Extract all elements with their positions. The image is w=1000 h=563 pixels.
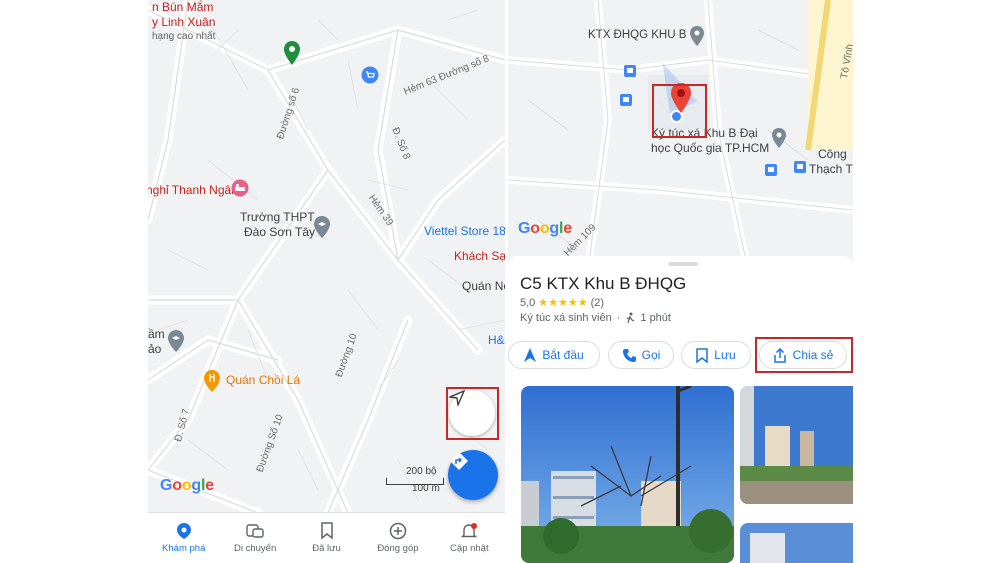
- map-label-hang-cao-nhat: hạng cao nhất: [152, 31, 216, 42]
- green-pin-icon[interactable]: [283, 40, 301, 66]
- gray-pin-icon-2[interactable]: [771, 127, 787, 149]
- place-details-sheet: C5 KTX Khu B ĐHQG 5,0 ★★★★★ (2) Ký túc x…: [508, 256, 853, 563]
- save-button[interactable]: Lưu: [681, 341, 751, 369]
- left-phone-screen: n Bún Mắm y Linh Xuân hạng cao nhất Hẻm …: [148, 0, 505, 563]
- bus-stop-icon-3[interactable]: [765, 164, 777, 176]
- highlight-location-button: [446, 387, 499, 440]
- nav-explore-label: Khám phá: [162, 543, 206, 554]
- place-photo-2[interactable]: [740, 386, 853, 504]
- nav-commute[interactable]: Di chuyển: [219, 513, 290, 563]
- map-label-viettel-store[interactable]: Viettel Store 184: [424, 224, 505, 238]
- highlight-share-button: [755, 337, 853, 373]
- hotel-icon[interactable]: [231, 179, 249, 197]
- nav-saved[interactable]: Đã lưu: [291, 513, 362, 563]
- sheet-drag-handle[interactable]: [668, 262, 698, 266]
- bookmark-icon: [696, 347, 709, 363]
- nav-contribute-label: Đóng góp: [377, 543, 419, 554]
- nav-updates-label: Cập nhật: [450, 543, 489, 554]
- bell-icon: [461, 523, 478, 538]
- directions-button[interactable]: [448, 450, 498, 500]
- commute-icon: [246, 524, 264, 538]
- map-label-quan-choi-la[interactable]: Quán Chồi Lá: [226, 373, 300, 387]
- directions-icon: [450, 452, 468, 470]
- start-button[interactable]: Bắt đầu: [508, 341, 600, 369]
- nav-explore[interactable]: Khám phá: [148, 513, 219, 563]
- separator: ·: [616, 312, 621, 324]
- map-label-truong-thpt[interactable]: Trường THPT: [240, 210, 315, 224]
- map-label-khach-san[interactable]: Khách Sạn: [454, 249, 505, 263]
- map-label-hl[interactable]: H&L: [488, 333, 505, 347]
- google-logo-right: Google: [518, 220, 572, 237]
- save-label: Lưu: [714, 348, 736, 362]
- school-pin-icon[interactable]: [313, 215, 331, 239]
- school-pin-icon-2[interactable]: [167, 329, 185, 353]
- navigation-arrow-icon: [524, 348, 537, 362]
- gray-pin-icon[interactable]: [689, 25, 705, 47]
- place-type: Ký túc xá sinh viên: [520, 312, 612, 324]
- place-photo-main-image: [521, 386, 734, 563]
- left-margin: [0, 0, 148, 563]
- right-phone-screen: KTX ĐHQG KHU B Ký túc xá Khu B Đại học Q…: [508, 0, 853, 563]
- bookmark-icon: [320, 522, 333, 540]
- nav-contribute[interactable]: Đóng góp: [362, 513, 433, 563]
- place-type-row: Ký túc xá sinh viên · 1 phút: [520, 312, 671, 324]
- scale-meters: 100 m: [412, 483, 440, 494]
- rating-value: 5,0: [520, 296, 536, 309]
- call-button[interactable]: Gọi: [608, 341, 674, 369]
- map-label-dao-son-tay[interactable]: Đào Sơn Tây: [244, 225, 315, 239]
- place-photo-3-image: [740, 523, 853, 563]
- walk-time: 1 phút: [640, 312, 671, 324]
- restaurant-pin-icon[interactable]: [203, 369, 221, 393]
- call-label: Gọi: [641, 348, 661, 362]
- map-label-am: ầm: [148, 327, 165, 341]
- place-title: C5 KTX Khu B ĐHQG: [520, 274, 687, 293]
- map-label-ktx-khu-b[interactable]: KTX ĐHQG KHU B: [588, 29, 686, 41]
- add-circle-icon: [389, 522, 407, 540]
- map-label-cong: Công: [818, 147, 847, 161]
- place-photo-3[interactable]: [740, 523, 853, 563]
- scale-feet: 200 bộ: [406, 466, 437, 477]
- place-photo-main[interactable]: [521, 386, 734, 563]
- location-pin-icon: [176, 523, 191, 539]
- nav-updates[interactable]: Cập nhật: [434, 513, 505, 563]
- bus-stop-icon-4[interactable]: [794, 161, 806, 173]
- review-count: (2): [590, 296, 605, 309]
- rating-stars: ★★★★★: [538, 297, 588, 309]
- bus-stop-icon[interactable]: [624, 65, 636, 77]
- nav-commute-label: Di chuyển: [233, 543, 277, 554]
- rating-row[interactable]: 5,0 ★★★★★ (2): [520, 296, 605, 310]
- start-label: Bắt đầu: [542, 348, 584, 362]
- map-label-nghi-thanh-ngan[interactable]: nghỉ Thanh Ngân: [148, 183, 238, 197]
- walking-icon: [627, 312, 635, 324]
- map-label-thach: Thạch Th: [809, 162, 853, 176]
- right-margin: [853, 0, 1000, 563]
- highlight-selected-pin: [652, 84, 707, 138]
- map-label-ktx-line2[interactable]: học Quốc gia TP.HCM: [651, 141, 769, 155]
- map-label-quan-ne[interactable]: Quán Ne: [462, 279, 505, 293]
- map-label-ao: ảo: [148, 342, 162, 356]
- phone-icon: [622, 349, 636, 362]
- shopping-cart-icon[interactable]: [361, 66, 379, 84]
- map-label-bun-mam[interactable]: n Bún Mắm: [152, 0, 213, 14]
- nav-saved-label: Đã lưu: [312, 543, 341, 554]
- google-logo: Google: [160, 477, 214, 494]
- place-photo-2-image: [740, 386, 853, 504]
- map-label-linh-xuan[interactable]: y Linh Xuân: [152, 15, 215, 29]
- bus-stop-icon-2[interactable]: [620, 94, 632, 106]
- bottom-navigation: Khám phá Di chuyển Đã lưu Đóng góp Cập n…: [148, 512, 505, 563]
